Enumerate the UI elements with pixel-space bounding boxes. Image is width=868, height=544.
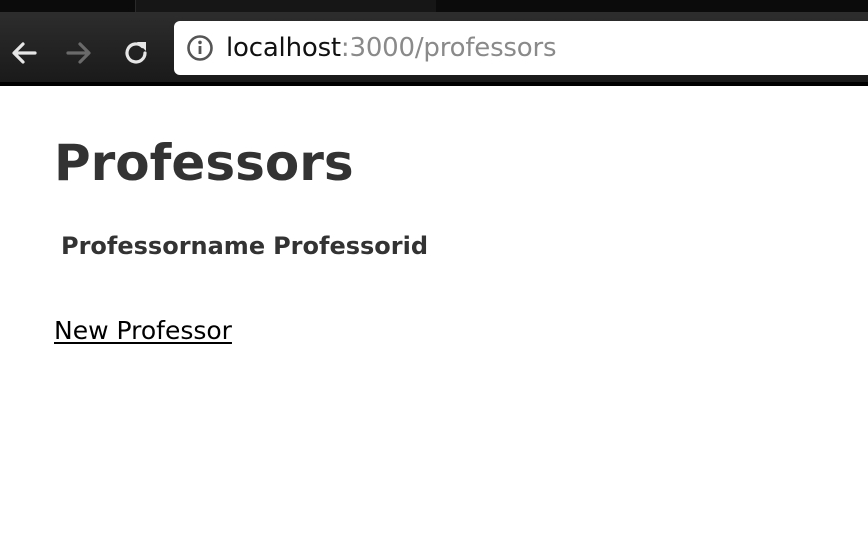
forward-button[interactable]: [62, 36, 96, 70]
url-host: localhost: [226, 33, 341, 63]
url-path: :3000/professors: [340, 33, 557, 63]
column-header-professorid: Professorid: [273, 232, 429, 260]
tab-strip: [0, 0, 868, 12]
url-text[interactable]: localhost:3000/professors: [226, 33, 557, 63]
browser-chrome: localhost:3000/professors: [0, 0, 868, 86]
arrow-right-icon: [66, 42, 91, 64]
column-header-professorname: Professorname: [61, 232, 266, 260]
arrow-left-icon: [12, 42, 37, 64]
back-button[interactable]: [7, 36, 41, 70]
reload-button[interactable]: [119, 36, 153, 70]
address-bar[interactable]: localhost:3000/professors: [174, 21, 868, 75]
table-header-row: Professorname Professorid: [61, 232, 428, 260]
info-circle-icon[interactable]: [186, 34, 214, 62]
new-professor-link[interactable]: New Professor: [54, 316, 232, 345]
toolbar-divider: [0, 82, 868, 86]
reload-icon: [125, 42, 147, 64]
page-title: Professors: [54, 134, 354, 192]
tab[interactable]: [135, 0, 436, 12]
